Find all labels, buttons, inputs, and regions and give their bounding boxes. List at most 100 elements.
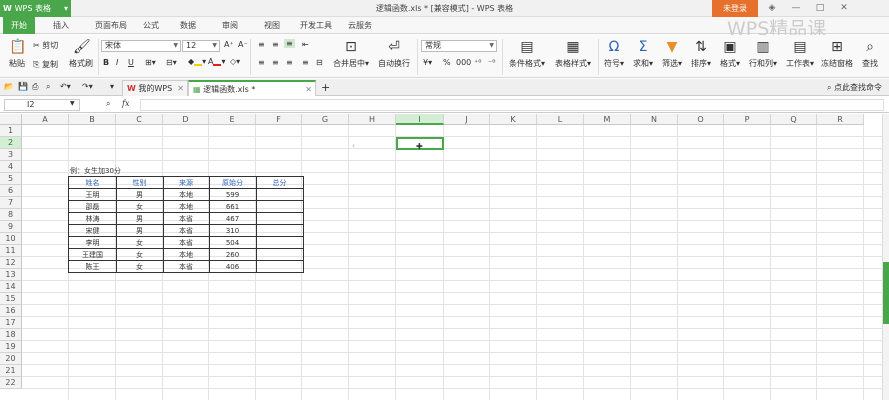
preview-icon[interactable]: ⌕: [46, 82, 50, 92]
sum-button[interactable]: Σ 求和▾: [630, 39, 656, 69]
italic-button[interactable]: I: [116, 58, 118, 67]
tab-insert[interactable]: 插入: [42, 17, 80, 34]
tab-logic-functions[interactable]: ▦ 逻辑函数.xls * ✕: [188, 80, 316, 96]
format-button[interactable]: ▣ 格式▾: [717, 39, 743, 69]
print-icon[interactable]: ⎙: [32, 82, 38, 92]
tab-cloud[interactable]: 云服务: [340, 17, 380, 34]
row-header-19[interactable]: 19: [0, 341, 22, 353]
column-header-r[interactable]: R: [817, 114, 864, 125]
table-cell[interactable]: 599: [209, 189, 256, 201]
copy-button[interactable]: ⎘ 复制: [33, 59, 58, 70]
table-cell[interactable]: 本省: [163, 213, 209, 225]
currency-icon[interactable]: ¥▾: [423, 58, 432, 67]
row-header-3[interactable]: 3: [0, 149, 22, 161]
column-header-g[interactable]: G: [302, 114, 349, 125]
number-format-select[interactable]: 常规 ▼: [421, 40, 497, 52]
align-center-icon[interactable]: ≡: [272, 58, 279, 67]
underline-button[interactable]: U: [128, 58, 134, 67]
row-header-12[interactable]: 12: [0, 257, 22, 269]
table-cell[interactable]: 406: [209, 261, 256, 273]
percent-button[interactable]: %: [443, 58, 451, 67]
row-header-22[interactable]: 22: [0, 377, 22, 389]
table-cell[interactable]: 467: [209, 213, 256, 225]
row-header-10[interactable]: 10: [0, 233, 22, 245]
table-cell[interactable]: 本省: [163, 237, 209, 249]
row-header-5[interactable]: 5: [0, 173, 22, 185]
eraser-icon[interactable]: ◇▾: [230, 57, 240, 66]
table-cell[interactable]: 宋健: [69, 225, 116, 237]
sort-button[interactable]: ⇅ 排序▾: [688, 39, 714, 69]
new-tab-icon[interactable]: +: [321, 81, 330, 94]
row-header-14[interactable]: 14: [0, 281, 22, 293]
decrease-font-icon[interactable]: A⁻: [238, 40, 248, 49]
table-cell[interactable]: [256, 201, 303, 213]
fx-icon[interactable]: fx: [122, 99, 129, 108]
fill-color-icon[interactable]: ◆ ▾: [188, 57, 206, 66]
border-icon[interactable]: ⊞▾: [145, 58, 156, 67]
table-cell[interactable]: [256, 249, 303, 261]
chevron-down-icon[interactable]: ▼: [70, 100, 75, 107]
table-cell[interactable]: 男: [116, 225, 163, 237]
align-right-icon[interactable]: ≡: [286, 58, 293, 67]
column-header-n[interactable]: N: [631, 114, 678, 125]
table-cell[interactable]: 李明: [69, 237, 116, 249]
column-header-p[interactable]: P: [724, 114, 771, 125]
name-box[interactable]: I2: [4, 99, 80, 111]
select-all-corner[interactable]: [0, 114, 22, 125]
symbol-button[interactable]: Ω 符号▾: [601, 39, 627, 69]
tab-formulas[interactable]: 公式: [132, 17, 170, 34]
header-cell-original-score[interactable]: 原始分: [209, 177, 256, 189]
row-header-2[interactable]: 2: [0, 137, 22, 149]
indent-icon[interactable]: ⇤: [302, 40, 309, 49]
find-button[interactable]: ⌕ 查找: [856, 39, 884, 69]
tab-data[interactable]: 数据: [168, 17, 208, 34]
table-cell[interactable]: 陈王: [69, 261, 116, 273]
wrap-text-button[interactable]: ⏎ 自动换行: [374, 39, 414, 69]
close-icon[interactable]: ✕: [305, 82, 312, 98]
table-cell[interactable]: 女: [116, 237, 163, 249]
row-header-1[interactable]: 1: [0, 125, 22, 137]
column-header-o[interactable]: O: [678, 114, 724, 125]
table-cell[interactable]: [256, 189, 303, 201]
filter-button[interactable]: ▼ 筛选▾: [659, 39, 685, 69]
freeze-panes-button[interactable]: ⊞ 冻结窗格: [820, 39, 854, 69]
row-header-9[interactable]: 9: [0, 221, 22, 233]
tab-my-wps[interactable]: W 我的WPS ✕: [122, 80, 188, 96]
table-cell[interactable]: 林涛: [69, 213, 116, 225]
table-cell[interactable]: 504: [209, 237, 256, 249]
column-header-f[interactable]: F: [256, 114, 302, 125]
header-cell-total[interactable]: 总分: [256, 177, 303, 189]
column-header-d[interactable]: D: [163, 114, 209, 125]
close-icon[interactable]: ✕: [177, 81, 184, 97]
row-header-11[interactable]: 11: [0, 245, 22, 257]
vertical-scrollbar[interactable]: [882, 114, 889, 400]
align-left-icon[interactable]: ≡: [258, 58, 265, 67]
column-header-q[interactable]: Q: [771, 114, 817, 125]
row-header-13[interactable]: 13: [0, 269, 22, 281]
tab-view[interactable]: 视图: [252, 17, 292, 34]
header-cell-name[interactable]: 姓名: [69, 177, 116, 189]
font-size-select[interactable]: 12 ▼: [182, 40, 220, 52]
open-icon[interactable]: 📂: [4, 82, 14, 91]
table-cell[interactable]: 女: [116, 201, 163, 213]
save-icon[interactable]: 💾: [18, 82, 28, 91]
table-cell[interactable]: 661: [209, 201, 256, 213]
spreadsheet-grid[interactable]: ABCDEFGHIJKLMNOPQR 1 2 3 4 5 6 7 8 9 10 11 12 13 14 15…: [0, 114, 889, 400]
row-header-6[interactable]: 6: [0, 185, 22, 197]
row-header-20[interactable]: 20: [0, 353, 22, 365]
row-header-8[interactable]: 8: [0, 209, 22, 221]
header-cell-source[interactable]: 来源: [163, 177, 209, 189]
header-cell-gender[interactable]: 性别: [116, 177, 163, 189]
tab-developer[interactable]: 开发工具: [292, 17, 340, 34]
table-cell[interactable]: 本省: [163, 261, 209, 273]
align-middle-icon[interactable]: ≡: [272, 40, 279, 49]
table-style-button[interactable]: ▦ 表格样式▾: [550, 39, 596, 69]
row-header-7[interactable]: 7: [0, 197, 22, 209]
column-header-c[interactable]: C: [116, 114, 163, 125]
column-header-k[interactable]: K: [490, 114, 537, 125]
table-cell[interactable]: 女: [116, 249, 163, 261]
column-header-h[interactable]: H: [349, 114, 396, 125]
align-bottom-icon[interactable]: ≡: [284, 39, 295, 48]
table-cell[interactable]: 男: [116, 189, 163, 201]
row-col-button[interactable]: ▥ 行和列▾: [746, 39, 780, 69]
